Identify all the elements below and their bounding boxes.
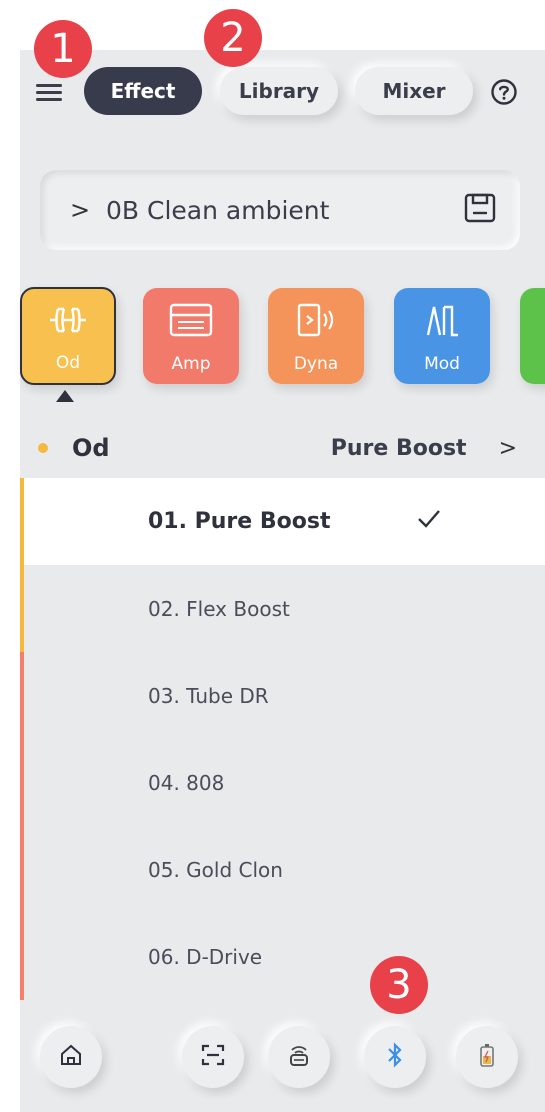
list-item[interactable]: 06. D-Drive	[20, 913, 545, 1000]
preset-selector[interactable]: > 0B Clean ambient	[40, 170, 520, 250]
battery-button[interactable]	[456, 1026, 518, 1088]
home-button[interactable]	[40, 1026, 102, 1088]
menu-icon[interactable]	[34, 80, 64, 104]
tab-mixer[interactable]: Mixer	[355, 67, 473, 115]
tab-library[interactable]: Library	[220, 67, 338, 115]
section-title: Od	[72, 434, 110, 462]
amp-icon	[168, 302, 214, 343]
section-header[interactable]: Od Pure Boost >	[20, 420, 545, 476]
module-label: Mod	[424, 354, 460, 374]
annotation-badge: 3	[370, 956, 428, 1014]
module-amp[interactable]: Amp	[143, 288, 239, 384]
list-item[interactable]: 03. Tube DR	[20, 652, 545, 739]
row-marker	[20, 913, 24, 1000]
home-icon	[59, 1043, 83, 1071]
dyna-icon	[293, 302, 339, 343]
annotation-badge: 1	[34, 20, 92, 78]
od-icon	[46, 303, 90, 342]
list-item[interactable]: 05. Gold Clon	[20, 826, 545, 913]
module-next[interactable]	[520, 288, 545, 384]
module-label: Od	[55, 353, 81, 373]
scan-icon	[200, 1043, 226, 1071]
list-item-label: 03. Tube DR	[148, 683, 269, 708]
row-marker	[20, 826, 24, 913]
selection-pointer-icon	[56, 390, 74, 402]
chevron-right-icon: >	[70, 196, 91, 224]
connect-icon	[286, 1042, 312, 1072]
module-od[interactable]: Od	[20, 287, 116, 385]
effect-list: 01. Pure Boost 02. Flex Boost 03. Tube D…	[20, 478, 545, 1000]
list-item-label: 05. Gold Clon	[148, 857, 283, 882]
row-marker	[20, 739, 24, 826]
status-dot	[38, 443, 48, 453]
battery-icon	[479, 1042, 495, 1072]
module-dyna[interactable]: Dyna	[268, 288, 364, 384]
help-icon[interactable]	[490, 78, 518, 106]
bluetooth-icon	[385, 1042, 405, 1072]
connect-button[interactable]	[268, 1026, 330, 1088]
row-marker	[20, 478, 24, 565]
chevron-right-icon: >	[498, 435, 517, 461]
row-marker	[20, 652, 24, 739]
module-label: Dyna	[293, 354, 339, 374]
mod-icon	[422, 302, 462, 343]
check-icon	[416, 508, 442, 534]
preset-name: 0B Clean ambient	[106, 195, 330, 225]
module-mod[interactable]: Mod	[394, 288, 490, 384]
list-item-label: 06. D-Drive	[148, 944, 263, 969]
list-item[interactable]: 04. 808	[20, 739, 545, 826]
list-item-label: 04. 808	[148, 770, 225, 795]
module-label: Amp	[171, 354, 211, 374]
annotation-badge: 2	[204, 9, 262, 67]
current-effect: Pure Boost	[330, 435, 467, 461]
list-item-label: 01. Pure Boost	[148, 509, 331, 534]
tab-effect[interactable]: Effect	[84, 67, 202, 115]
bluetooth-button[interactable]	[364, 1026, 426, 1088]
list-item-label: 02. Flex Boost	[148, 596, 290, 621]
list-item[interactable]: 01. Pure Boost	[20, 478, 545, 565]
save-icon[interactable]	[464, 193, 496, 227]
row-marker	[20, 565, 24, 652]
scan-button[interactable]	[182, 1026, 244, 1088]
list-item[interactable]: 02. Flex Boost	[20, 565, 545, 652]
